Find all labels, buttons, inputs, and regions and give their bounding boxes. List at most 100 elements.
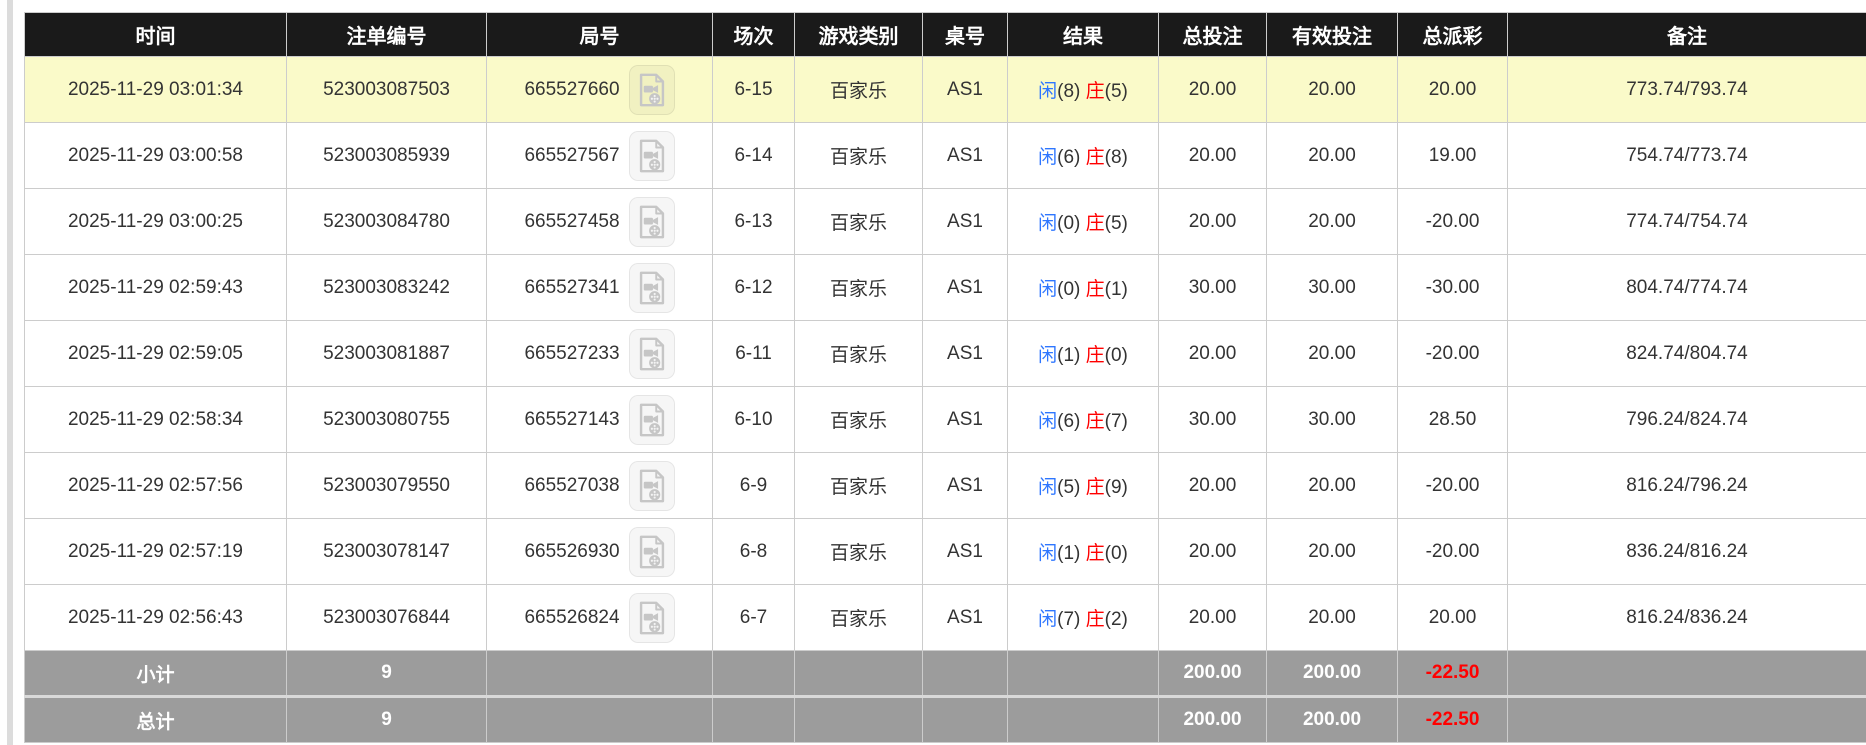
round-no-cell: 665527038 (486, 452, 713, 519)
game-type-cell: 百家乐 (794, 320, 923, 387)
total-bet-cell: 30.00 (1158, 254, 1267, 321)
video-replay-button[interactable] (628, 196, 675, 247)
table-row: 2025-11-29 02:58:34 523003080755 665527143… (24, 386, 1866, 453)
round-no-content: 665527341 (524, 262, 675, 313)
video-replay-button[interactable] (628, 460, 675, 511)
result-banker-count: (8) (1104, 147, 1128, 168)
video-replay-button[interactable] (628, 328, 675, 379)
result-banker-count: (0) (1104, 345, 1128, 366)
round-no-content: 665527567 (524, 130, 675, 181)
table-row: 2025-11-29 02:57:19 523003078147 665526930… (24, 518, 1866, 585)
round-no-value: 665526824 (524, 606, 620, 628)
column-header-game-type: 游戏类别 (794, 12, 923, 57)
result-player-label: 闲 (1038, 543, 1058, 564)
remark-cell: 816.24/836.24 (1507, 584, 1866, 651)
session-cell: 6-7 (712, 584, 795, 651)
result-player-count: (6) (1057, 147, 1081, 168)
table-no-cell: AS1 (922, 320, 1008, 387)
result-banker-label: 庄 (1085, 411, 1105, 432)
round-no-cell: 665527660 (486, 56, 713, 123)
column-header-payout: 总派彩 (1397, 12, 1508, 57)
valid-bet-cell: 30.00 (1266, 254, 1398, 321)
result-player-count: (1) (1057, 543, 1081, 564)
result-banker-label: 庄 (1085, 213, 1105, 234)
video-replay-button[interactable] (628, 526, 675, 577)
result-cell: 闲(1) 庄(0) (1007, 518, 1159, 585)
round-no-value: 665527233 (524, 342, 620, 364)
subtotal-label-cell: 小计 (24, 650, 287, 697)
bet-no-cell: 523003083242 (286, 254, 487, 321)
result-player-count: (5) (1057, 477, 1081, 498)
time-cell: 2025-11-29 02:59:05 (24, 320, 287, 387)
round-no-value: 665527567 (524, 144, 620, 166)
payout-cell: -20.00 (1397, 320, 1508, 387)
result-banker-count: (7) (1104, 411, 1128, 432)
round-no-content: 665527038 (524, 460, 675, 511)
bet-no-cell: 523003076844 (286, 584, 487, 651)
round-no-value: 665527660 (524, 78, 620, 100)
total-remark-cell (1507, 695, 1866, 743)
video-replay-button[interactable] (628, 262, 675, 313)
table-no-cell: AS1 (922, 188, 1008, 255)
time-cell: 2025-11-29 03:01:34 (24, 56, 287, 123)
payout-cell: -20.00 (1397, 188, 1508, 255)
total-valid-bet-cell: 200.00 (1266, 695, 1398, 743)
subtotal-payout-cell: -22.50 (1397, 650, 1508, 697)
time-cell: 2025-11-29 02:58:34 (24, 386, 287, 453)
session-cell: 6-15 (712, 56, 795, 123)
result-cell: 闲(7) 庄(2) (1007, 584, 1159, 651)
total-game-type-cell (794, 695, 923, 743)
video-replay-button[interactable] (628, 64, 675, 115)
video-replay-icon (637, 73, 667, 107)
session-cell: 6-14 (712, 122, 795, 189)
video-replay-button[interactable] (628, 394, 675, 445)
round-no-content: 665526930 (524, 526, 675, 577)
remark-cell: 816.24/796.24 (1507, 452, 1866, 519)
total-bet-cell: 20.00 (1158, 320, 1267, 387)
total-round-no-cell (486, 695, 713, 743)
result-player-count: (8) (1057, 81, 1081, 102)
table-no-cell: AS1 (922, 56, 1008, 123)
column-header-total-bet: 总投注 (1158, 12, 1267, 57)
valid-bet-cell: 20.00 (1266, 188, 1398, 255)
time-cell: 2025-11-29 02:56:43 (24, 584, 287, 651)
remark-cell: 804.74/774.74 (1507, 254, 1866, 321)
remark-cell: 824.74/804.74 (1507, 320, 1866, 387)
column-header-round-no: 局号 (486, 12, 713, 57)
valid-bet-cell: 20.00 (1266, 518, 1398, 585)
session-cell: 6-10 (712, 386, 795, 453)
result-player-label: 闲 (1038, 213, 1058, 234)
table-no-cell: AS1 (922, 584, 1008, 651)
valid-bet-cell: 20.00 (1266, 320, 1398, 387)
round-no-value: 665527458 (524, 210, 620, 232)
result-player-label: 闲 (1038, 279, 1058, 300)
video-replay-icon (637, 601, 667, 635)
subtotal-row: 小计 9 200.00 200.00 -22.50 (24, 650, 1866, 697)
round-no-content: 665527143 (524, 394, 675, 445)
game-type-cell: 百家乐 (794, 452, 923, 519)
payout-cell: 20.00 (1397, 56, 1508, 123)
session-cell: 6-9 (712, 452, 795, 519)
result-banker-label: 庄 (1085, 345, 1105, 366)
video-replay-button[interactable] (628, 592, 675, 643)
column-header-result: 结果 (1007, 12, 1159, 57)
total-bet-cell: 20.00 (1158, 584, 1267, 651)
bet-no-cell: 523003084780 (286, 188, 487, 255)
remark-cell: 774.74/754.74 (1507, 188, 1866, 255)
result-cell: 闲(0) 庄(5) (1007, 188, 1159, 255)
video-replay-icon (637, 271, 667, 305)
game-type-cell: 百家乐 (794, 122, 923, 189)
result-player-label: 闲 (1038, 147, 1058, 168)
result-player-count: (0) (1057, 279, 1081, 300)
table-no-cell: AS1 (922, 386, 1008, 453)
game-type-cell: 百家乐 (794, 56, 923, 123)
subtotal-table-no-cell (922, 650, 1008, 697)
round-no-value: 665527143 (524, 408, 620, 430)
table-no-cell: AS1 (922, 254, 1008, 321)
video-replay-icon (637, 403, 667, 437)
round-no-cell: 665526824 (486, 584, 713, 651)
video-replay-button[interactable] (628, 130, 675, 181)
result-cell: 闲(6) 庄(7) (1007, 386, 1159, 453)
round-no-cell: 665527233 (486, 320, 713, 387)
result-cell: 闲(5) 庄(9) (1007, 452, 1159, 519)
